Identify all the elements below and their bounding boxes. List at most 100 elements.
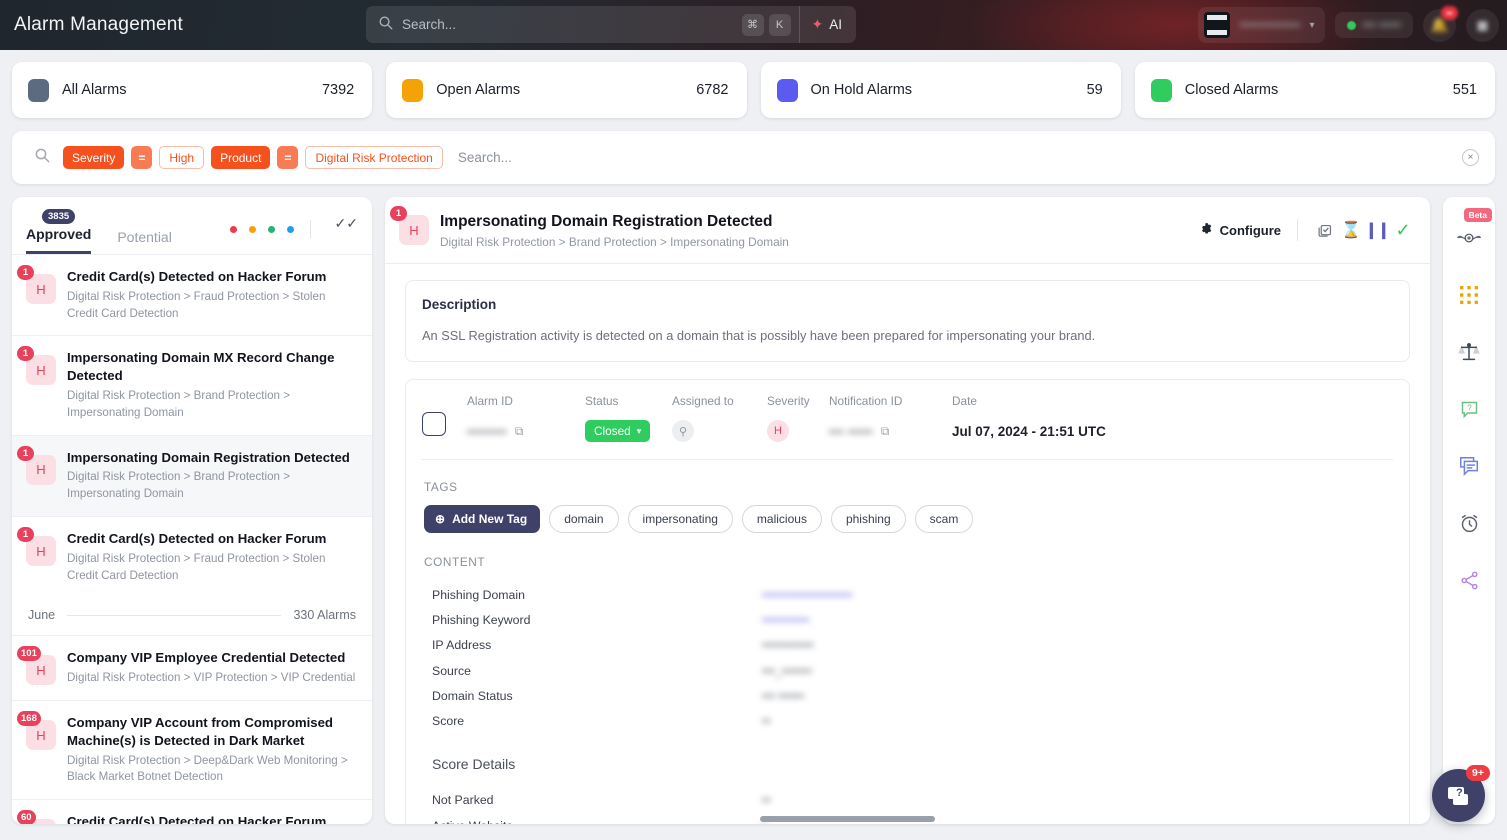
filter-chip-product-key[interactable]: Product (211, 146, 271, 169)
share-icon[interactable] (1454, 565, 1484, 595)
ai-label: AI (829, 17, 842, 32)
grid-apps-icon[interactable] (1454, 280, 1484, 310)
filter-chip-severity-key[interactable]: Severity (63, 146, 125, 169)
configure-button[interactable]: Configure (1199, 222, 1281, 239)
add-new-tag-button[interactable]: ⊕ Add New Tag (424, 505, 541, 533)
tag-chip[interactable]: impersonating (627, 505, 733, 533)
field-value: •••_••••••• (762, 663, 812, 678)
help-chat-button[interactable]: ? 9+ (1432, 765, 1490, 822)
tab-potential[interactable]: Potential (117, 229, 171, 254)
chevron-down-icon: ▾ (1309, 19, 1315, 31)
alarm-count-badge: 168 (17, 711, 41, 727)
severity-box: 1 H (390, 206, 429, 245)
color-swatch (776, 78, 798, 102)
alarm-clock-icon[interactable] (1454, 508, 1484, 538)
hourglass-icon[interactable]: ⌛ (1338, 220, 1364, 240)
list-item[interactable]: 60 H Credit Card(s) Detected on Hacker F… (12, 800, 372, 824)
severity-dot-low[interactable] (286, 225, 294, 233)
global-search[interactable]: ⌘ K ✦ AI (366, 6, 856, 43)
field-value: ••• •••••• (762, 688, 805, 703)
severity-dot-critical[interactable] (229, 225, 237, 233)
filter-search-input[interactable] (457, 150, 1462, 165)
select-alarm-checkbox[interactable] (422, 412, 446, 436)
alarm-count-badge: 1 (17, 527, 34, 543)
list-item[interactable]: 1 H Credit Card(s) Detected on Hacker Fo… (12, 255, 372, 337)
list-item[interactable]: 1 H Impersonating Domain MX Record Chang… (12, 336, 372, 436)
ai-button[interactable]: ✦ AI (798, 6, 857, 43)
stat-card-open-alarms[interactable]: Open Alarms 6782 (386, 62, 747, 118)
stat-card-closed-alarms[interactable]: Closed Alarms 551 (1134, 62, 1495, 118)
header-right-group: •••••••••••••• ▾ ••• ••••• 🔔 •• ◼ (1198, 0, 1499, 50)
sparkle-icon: ✦ (811, 16, 824, 32)
tag-chip[interactable]: malicious (741, 505, 822, 533)
tag-chip[interactable]: phishing (830, 505, 906, 533)
chevron-down-icon: ▾ (636, 425, 642, 436)
ai-eye-icon[interactable] (1454, 223, 1484, 253)
status-badge[interactable]: Closed ▾ (585, 420, 651, 442)
stat-count: 6782 (696, 82, 729, 98)
list-item-selected[interactable]: 1 H Impersonating Domain Registration De… (12, 435, 372, 518)
stat-card-on-hold-alarms[interactable]: On Hold Alarms 59 (760, 62, 1121, 118)
detail-title: Impersonating Domain Registration Detect… (440, 213, 773, 230)
status-indicator[interactable]: ••• ••••• (1334, 12, 1413, 38)
filter-chip-severity-value[interactable]: High (159, 146, 205, 169)
filter-chip-product-op[interactable]: = (277, 146, 299, 169)
notifications-button[interactable]: 🔔 •• (1423, 5, 1458, 42)
field-value[interactable]: ••••••••••••••••••••• (762, 588, 852, 602)
scales-icon[interactable] (1454, 337, 1484, 367)
description-title: Description (422, 297, 497, 312)
copy-icon[interactable]: ⧉ (881, 424, 890, 439)
filter-chip-product-value[interactable]: Digital Risk Protection (305, 146, 443, 169)
org-switcher[interactable]: •••••••••••••• ▾ (1198, 7, 1325, 43)
double-check-icon[interactable]: ✓✓ (335, 215, 358, 243)
assign-user-icon[interactable]: ⚲ (672, 420, 694, 442)
configure-label: Configure (1219, 222, 1281, 238)
divider (309, 220, 311, 238)
content-row: Phishing Keyword ••••••••••• (432, 607, 1393, 632)
alarm-list[interactable]: 1 H Credit Card(s) Detected on Hacker Fo… (12, 255, 372, 824)
field-value[interactable]: ••••••••••• (762, 613, 809, 627)
plus-circle-icon: ⊕ (435, 512, 446, 526)
tag-chip[interactable]: domain (549, 505, 619, 533)
field-label: Severity (767, 394, 810, 408)
page-title: Alarm Management (14, 14, 183, 35)
detail-body[interactable]: Description An SSL Registration activity… (385, 264, 1430, 824)
help-bubble-icon[interactable]: ? (1454, 394, 1484, 424)
copy-icon[interactable]: ⧉ (515, 424, 524, 439)
scrollbar-thumb[interactable] (760, 816, 935, 822)
alarm-path: Digital Risk Protection > VIP Protection… (67, 671, 356, 685)
divider (1297, 219, 1298, 241)
list-item[interactable]: 1 H Credit Card(s) Detected on Hacker Fo… (12, 517, 372, 597)
field-value: •• (762, 714, 771, 729)
chat-icon[interactable] (1454, 451, 1484, 481)
horizontal-scrollbar[interactable] (385, 816, 1430, 824)
alarm-stat-cards: All Alarms 7392 Open Alarms 6782 On Hold… (0, 50, 1507, 118)
check-icon[interactable]: ✓ (1390, 220, 1416, 241)
pause-icon[interactable]: ❙❙ (1364, 220, 1391, 240)
clear-filters-button[interactable]: × (1462, 149, 1479, 166)
detail-path: Digital Risk Protection > Brand Protecti… (440, 235, 789, 249)
content-section-title: CONTENT (424, 555, 486, 569)
stat-card-all-alarms[interactable]: All Alarms 7392 (12, 62, 373, 118)
month-alarm-count: 330 Alarms (293, 608, 356, 623)
description-card: Description An SSL Registration activity… (405, 280, 1410, 362)
meta-assigned-to: Assigned to ⚲ (672, 394, 767, 443)
field-label: Notification ID (829, 394, 903, 408)
search-icon (378, 15, 393, 35)
assign-task-icon[interactable] (1312, 222, 1338, 239)
severity-dot-medium[interactable] (267, 225, 275, 233)
status-text: ••• ••••• (1362, 18, 1401, 32)
list-item[interactable]: 101 H Company VIP Employee Credential De… (12, 636, 372, 702)
tag-chip[interactable]: scam (914, 505, 974, 533)
tab-approved[interactable]: 3835 Approved (26, 209, 92, 254)
severity-letter: H (409, 222, 419, 238)
meta-status: Status Closed ▾ (585, 394, 672, 443)
severity-dot-high[interactable] (248, 225, 256, 233)
list-item[interactable]: 168 H Company VIP Account from Compromis… (12, 701, 372, 801)
user-avatar[interactable]: ◼ (1466, 8, 1499, 42)
divider (67, 614, 282, 616)
meta-date: Date Jul 07, 2024 - 21:51 UTC (952, 394, 1106, 443)
search-input[interactable] (402, 17, 742, 32)
detail-header: 1 H Impersonating Domain Registration De… (385, 197, 1430, 264)
filter-chip-severity-op[interactable]: = (131, 146, 153, 169)
